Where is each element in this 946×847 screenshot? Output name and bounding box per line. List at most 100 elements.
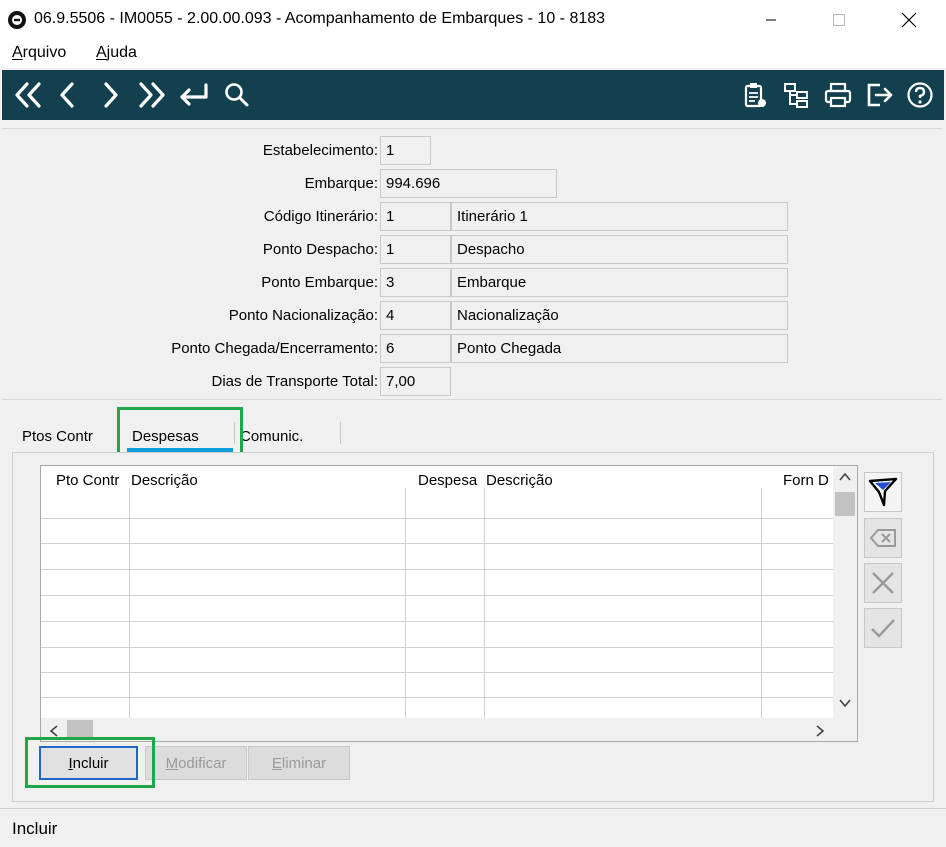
table-row bbox=[41, 569, 833, 570]
menu-arquivo[interactable]: Arquivo bbox=[12, 44, 66, 62]
scroll-up-icon[interactable] bbox=[839, 472, 851, 482]
help-icon bbox=[907, 82, 933, 108]
ponto-chegada-label: Ponto Chegada/Encerramento: bbox=[171, 340, 378, 357]
tab-comunicacao[interactable]: Comunic. bbox=[240, 428, 303, 445]
table-row bbox=[41, 647, 833, 648]
codigo-itinerario-label: Código Itinerário: bbox=[263, 208, 378, 225]
toolbar bbox=[2, 70, 944, 120]
ponto-embarque-description: Embarque bbox=[451, 268, 788, 297]
ponto-despacho-description: Despacho bbox=[451, 235, 788, 264]
column-header-descricao[interactable]: Descrição bbox=[131, 472, 198, 489]
dias-transporte-label: Dias de Transporte Total: bbox=[211, 373, 378, 390]
dias-transporte-field[interactable]: 7,00 bbox=[380, 367, 451, 396]
cancel-icon bbox=[872, 572, 894, 594]
column-header-despesa[interactable]: Despesa bbox=[418, 472, 477, 489]
last-icon bbox=[139, 82, 165, 108]
column-divider bbox=[484, 488, 485, 718]
last-record-button[interactable] bbox=[134, 76, 170, 114]
column-header-pto-contr[interactable]: Pto Contr bbox=[56, 472, 119, 489]
close-button[interactable] bbox=[886, 0, 932, 40]
tab-pontos-controle[interactable]: Ptos Contr bbox=[22, 428, 93, 445]
app-logo-icon bbox=[8, 11, 26, 29]
eliminar-button[interactable]: Eliminar bbox=[248, 746, 350, 780]
exit-icon bbox=[867, 83, 893, 107]
menu-arquivo-mnemonic: A bbox=[12, 44, 23, 61]
scroll-down-icon[interactable] bbox=[839, 698, 851, 708]
print-button[interactable] bbox=[820, 76, 856, 114]
filter-icon bbox=[868, 477, 898, 507]
codigo-itinerario-description: Itinerário 1 bbox=[451, 202, 788, 231]
eliminar-label: liminar bbox=[281, 754, 327, 772]
minimize-icon bbox=[766, 19, 776, 21]
ponto-despacho-field[interactable]: 1 bbox=[380, 235, 451, 264]
column-divider bbox=[405, 488, 406, 718]
vertical-scroll-thumb[interactable] bbox=[835, 492, 855, 516]
table-row bbox=[41, 697, 833, 698]
close-icon bbox=[901, 12, 917, 28]
vertical-scrollbar[interactable] bbox=[833, 466, 857, 718]
cancel-button[interactable] bbox=[864, 563, 902, 603]
search-icon bbox=[225, 83, 249, 107]
tree-button[interactable] bbox=[778, 76, 814, 114]
scroll-left-icon[interactable] bbox=[49, 725, 59, 737]
confirm-button[interactable] bbox=[864, 608, 902, 648]
ponto-chegada-description: Ponto Chegada bbox=[451, 334, 788, 363]
column-divider bbox=[761, 488, 762, 718]
menu-ajuda-mnemonic: A bbox=[96, 44, 107, 61]
first-record-button[interactable] bbox=[10, 76, 46, 114]
horizontal-scrollbar[interactable] bbox=[41, 718, 857, 741]
ponto-chegada-field[interactable]: 6 bbox=[380, 334, 451, 363]
next-record-button[interactable] bbox=[92, 76, 128, 114]
title-bar: 06.9.5506 - IM0055 - 2.00.00.093 - Acomp… bbox=[0, 0, 946, 40]
expenses-grid[interactable]: Pto Contr Descrição Despesa Descrição Fo… bbox=[40, 465, 858, 742]
clear-filter-button[interactable] bbox=[864, 518, 902, 558]
column-header-descricao-despesa[interactable]: Descrição bbox=[486, 472, 553, 489]
column-header-fornecedor[interactable]: Forn D bbox=[783, 472, 829, 489]
modificar-label: odificar bbox=[178, 754, 227, 772]
estabelecimento-label: Estabelecimento: bbox=[262, 142, 378, 159]
next-icon bbox=[104, 82, 118, 108]
maximize-button[interactable] bbox=[816, 0, 862, 40]
status-bar: Incluir bbox=[0, 808, 946, 847]
exit-button[interactable] bbox=[862, 76, 898, 114]
report-icon bbox=[744, 83, 766, 108]
backspace-icon bbox=[869, 529, 896, 547]
maximize-icon bbox=[833, 14, 845, 26]
ponto-embarque-field[interactable]: 3 bbox=[380, 268, 451, 297]
first-icon bbox=[15, 82, 41, 108]
check-icon bbox=[871, 619, 895, 638]
previous-record-button[interactable] bbox=[50, 76, 86, 114]
ponto-despacho-label: Ponto Despacho: bbox=[262, 241, 378, 258]
column-divider bbox=[129, 488, 130, 718]
tree-icon bbox=[784, 83, 808, 108]
codigo-itinerario-field[interactable]: 1 bbox=[380, 202, 451, 231]
report-button[interactable] bbox=[736, 76, 772, 114]
tab-separator bbox=[340, 422, 341, 444]
status-text: Incluir bbox=[12, 819, 58, 838]
search-button[interactable] bbox=[218, 76, 254, 114]
goto-button[interactable] bbox=[176, 76, 212, 114]
filter-button[interactable] bbox=[864, 472, 902, 512]
previous-icon bbox=[60, 82, 74, 108]
embarque-field[interactable]: 994.696 bbox=[380, 169, 557, 198]
menu-bar: Arquivo Ajuda bbox=[0, 40, 946, 68]
estabelecimento-field[interactable]: 1 bbox=[380, 136, 431, 165]
scroll-right-icon[interactable] bbox=[815, 725, 825, 737]
modificar-button[interactable]: Modificar bbox=[145, 746, 247, 780]
menu-arquivo-label: rquivo bbox=[22, 44, 67, 61]
eliminar-mnemonic: E bbox=[271, 754, 282, 772]
print-icon bbox=[824, 82, 852, 108]
window-title: 06.9.5506 - IM0055 - 2.00.00.093 - Acomp… bbox=[34, 10, 606, 27]
menu-ajuda-label: juda bbox=[106, 44, 137, 61]
highlight-incluir-button bbox=[25, 737, 155, 788]
ponto-nacionalizacao-field[interactable]: 4 bbox=[380, 301, 451, 330]
table-row bbox=[41, 621, 833, 622]
modificar-mnemonic: M bbox=[165, 754, 179, 772]
ponto-nacionalizacao-label: Ponto Nacionalização: bbox=[228, 307, 378, 324]
minimize-button[interactable] bbox=[748, 0, 794, 40]
ponto-embarque-label: Ponto Embarque: bbox=[261, 274, 378, 291]
menu-ajuda[interactable]: Ajuda bbox=[96, 44, 137, 62]
help-button[interactable] bbox=[902, 76, 938, 114]
table-row bbox=[41, 518, 833, 519]
ponto-nacionalizacao-description: Nacionalização bbox=[451, 301, 788, 330]
